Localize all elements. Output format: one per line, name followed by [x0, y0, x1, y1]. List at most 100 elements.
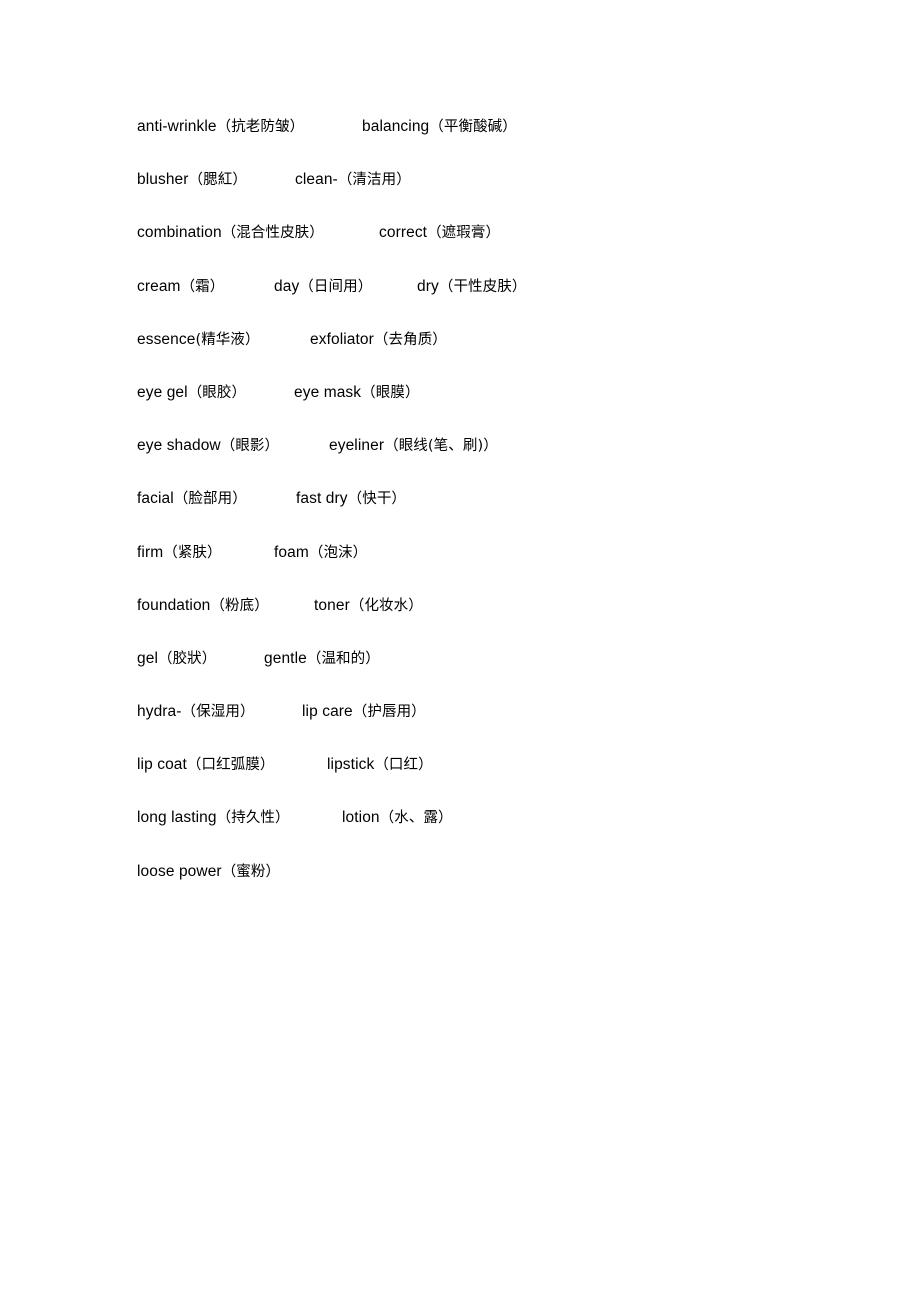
term-chinese: （蜜粉） [221, 863, 281, 880]
term-chinese: （霜） [180, 278, 225, 295]
glossary-line: hydra-（保湿用） lip care（护唇用） [137, 698, 797, 751]
term-english: eye gel [137, 383, 188, 401]
term-chinese: （口红） [374, 757, 433, 774]
glossary-entry: anti-wrinkle（抗老防皱） [137, 113, 304, 141]
glossary-line: eye gel（眼胶） eye mask（眼膜） [137, 379, 797, 432]
glossary-entry: dry（干性皮肤） [417, 273, 526, 301]
glossary-entry: foam（泡沫） [274, 539, 367, 567]
term-chinese: （遮瑕膏） [427, 225, 501, 242]
term-english: gel [137, 649, 158, 667]
term-chinese: （眼线(笔、刷)） [384, 438, 498, 455]
glossary-entry: gel（胶狀） [137, 645, 216, 673]
term-english: eye mask [294, 383, 362, 401]
term-english: toner [314, 596, 350, 614]
term-english: eyeliner [329, 437, 385, 455]
glossary-entry: hydra-（保湿用） [137, 698, 255, 726]
term-english: anti-wrinkle [137, 118, 217, 135]
glossary-entry: gentle（温和的） [264, 645, 380, 673]
term-chinese: （混合性皮肤） [221, 225, 324, 242]
glossary-entry: lip coat（口红弧膜） [137, 751, 275, 779]
glossary-entry: day（日间用） [274, 273, 372, 301]
term-english: foundation [137, 596, 211, 614]
glossary-entry: firm（紧肤） [137, 539, 222, 567]
glossary-entry: essence(精华液） [137, 326, 260, 354]
term-english: gentle [264, 649, 307, 667]
term-chinese: （紧肤） [163, 544, 222, 561]
term-chinese: （脸部用） [173, 491, 247, 508]
term-chinese: （腮紅） [188, 172, 247, 189]
glossary-entry: balancing（平衡酸碱） [362, 113, 517, 141]
term-chinese: （粉底） [210, 597, 269, 614]
glossary-entry: lotion（水、露） [342, 804, 453, 832]
term-english: exfoliator [310, 330, 374, 348]
glossary-line: gel（胶狀） gentle（温和的） [137, 645, 797, 698]
glossary-entry: facial（脸部用） [137, 485, 247, 513]
glossary-entry: toner（化妆水） [314, 592, 423, 620]
term-english: eye shadow [137, 437, 221, 455]
term-chinese: （保湿用） [181, 704, 255, 721]
term-chinese: （眼胶） [187, 384, 247, 401]
term-chinese: （口红弧膜） [186, 757, 275, 774]
term-english: balancing [362, 118, 430, 135]
term-english: dry [417, 277, 439, 295]
glossary-line: lip coat（口红弧膜） lipstick（口红） [137, 751, 797, 804]
term-english: hydra- [137, 703, 182, 721]
term-chinese: （去角质） [373, 331, 447, 348]
term-chinese: （平衡酸碱） [429, 119, 517, 135]
term-english: blusher [137, 171, 189, 189]
glossary-entry: correct（遮瑕膏） [379, 219, 500, 247]
glossary-line: combination（混合性皮肤） correct（遮瑕膏） [137, 219, 797, 272]
term-chinese: （抗老防皱） [216, 119, 305, 135]
term-english: correct [379, 224, 428, 242]
term-english: lipstick [327, 756, 375, 774]
glossary-line: blusher（腮紅） clean-（清洁用） [137, 166, 797, 219]
glossary-line: firm（紧肤） foam（泡沫） [137, 539, 797, 592]
glossary-line: foundation（粉底） toner（化妆水） [137, 592, 797, 645]
term-english: loose power [137, 862, 222, 880]
glossary-entry: exfoliator（去角质） [310, 326, 447, 354]
term-chinese: （泡沫） [308, 544, 368, 561]
glossary-line: facial（脸部用） fast dry（快干） [137, 485, 797, 538]
term-english: foam [274, 543, 309, 561]
term-chinese: （眼影） [220, 438, 280, 455]
glossary-entry: loose power（蜜粉） [137, 858, 280, 886]
glossary-entry: eyeliner（眼线(笔、刷)） [329, 432, 498, 460]
glossary-entry: cream（霜） [137, 273, 224, 301]
term-english: lip care [302, 703, 353, 721]
glossary-entry: eye gel（眼胶） [137, 379, 246, 407]
term-chinese: （胶狀） [157, 650, 217, 667]
term-english: long lasting [137, 809, 217, 827]
glossary-entry: eye mask（眼膜） [294, 379, 420, 407]
glossary-line: essence(精华液） exfoliator（去角质） [137, 326, 797, 379]
term-chinese: （护唇用） [352, 704, 426, 721]
term-chinese: （持久性） [216, 810, 290, 827]
glossary-line: eye shadow（眼影） eyeliner（眼线(笔、刷)） [137, 432, 797, 485]
term-chinese: （快干） [347, 491, 407, 508]
term-english: clean- [295, 171, 338, 189]
glossary-entry: lip care（护唇用） [302, 698, 426, 726]
term-english: firm [137, 543, 164, 561]
glossary-entry: combination（混合性皮肤） [137, 219, 324, 247]
glossary-entry: lipstick（口红） [327, 751, 433, 779]
glossary-entry: fast dry（快干） [296, 485, 406, 513]
term-english: facial [137, 490, 174, 508]
glossary-entry: eye shadow（眼影） [137, 432, 279, 460]
term-english: essence [137, 330, 196, 348]
glossary-entry: foundation（粉底） [137, 592, 269, 620]
term-english: fast dry [296, 490, 348, 508]
glossary-line: anti-wrinkle（抗老防皱） balancing（平衡酸碱） [137, 113, 797, 166]
glossary-entry: clean-（清洁用） [295, 166, 411, 194]
term-english: cream [137, 277, 181, 295]
term-chinese: （日间用） [299, 278, 373, 295]
term-chinese: （干性皮肤） [438, 278, 527, 295]
term-english: lotion [342, 809, 380, 827]
term-chinese: (精华液） [195, 331, 260, 348]
term-english: lip coat [137, 756, 187, 774]
term-english: combination [137, 224, 222, 242]
term-chinese: （化妆水） [349, 597, 423, 614]
glossary-entry: long lasting（持久性） [137, 804, 290, 832]
term-chinese: （温和的） [306, 650, 380, 667]
term-chinese: （水、露） [379, 810, 453, 827]
glossary-line: cream（霜） day（日间用） dry（干性皮肤） [137, 273, 797, 326]
term-chinese: （眼膜） [361, 384, 420, 401]
